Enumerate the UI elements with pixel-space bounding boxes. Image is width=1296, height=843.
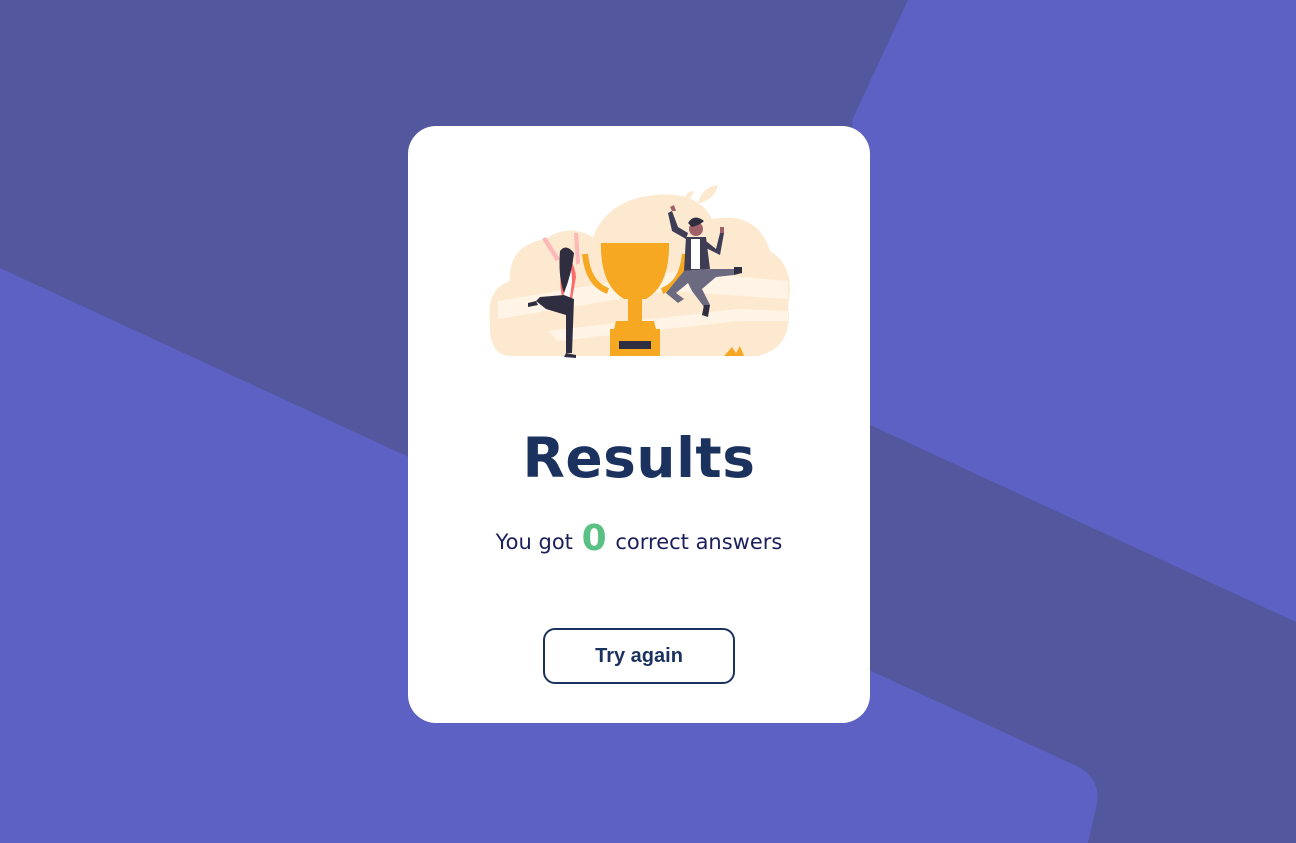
celebration-trophy-illustration (489, 185, 790, 358)
leaf-icon (698, 185, 718, 203)
score-value: 0 (581, 518, 607, 559)
score-suffix: correct answers (615, 530, 783, 554)
results-title: Results (522, 426, 756, 490)
score-summary: You got 0 correct answers (408, 518, 870, 559)
results-card: Results You got 0 correct answers Try ag… (408, 126, 870, 723)
try-again-button[interactable]: Try again (543, 628, 735, 684)
score-prefix: You got (495, 530, 573, 554)
